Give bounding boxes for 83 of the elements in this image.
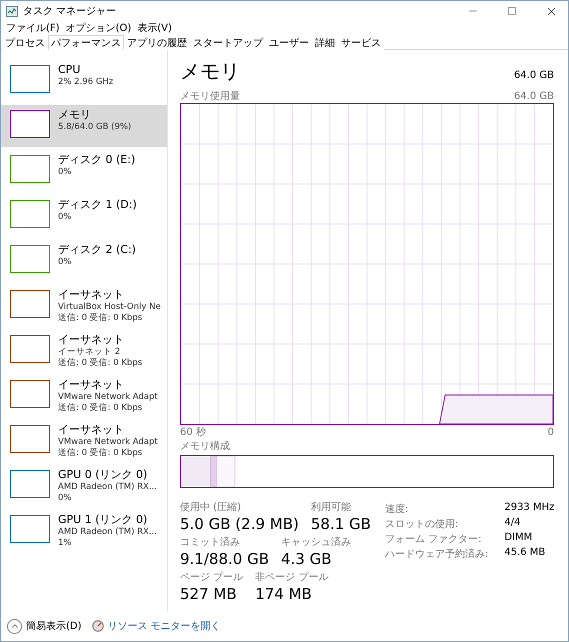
detail-value: 4/4 bbox=[504, 517, 522, 530]
panel-title: メモリ bbox=[180, 58, 240, 85]
tab[interactable]: アプリの履歴 bbox=[124, 35, 190, 50]
stat-value: 527 MB bbox=[180, 584, 238, 604]
stat-value: 58.1 GB bbox=[310, 514, 371, 534]
stat-label: 非ページ プール bbox=[255, 572, 328, 584]
sidebar-item-title: イーサネット bbox=[58, 333, 125, 347]
graph-max-label: 64.0 GB bbox=[514, 91, 554, 103]
detail-value: 2933 MHz bbox=[504, 502, 554, 515]
sidebar-item-detail: 0% bbox=[58, 212, 72, 223]
sidebar-item-detail: 送信: 0 受信: 0 Kbps bbox=[58, 358, 142, 369]
sidebar-item-detail: 1% bbox=[58, 538, 72, 549]
app-icon bbox=[6, 6, 18, 16]
tab[interactable]: パフォーマンス bbox=[48, 35, 124, 50]
graph-label: メモリ使用量 bbox=[180, 91, 240, 103]
sidebar-item-detail: 0% bbox=[58, 167, 72, 178]
tab[interactable]: サービス bbox=[338, 35, 384, 50]
tab[interactable]: ユーザー bbox=[266, 35, 312, 50]
sidebar-item-title: イーサネット bbox=[58, 378, 125, 392]
sidebar-item-title: イーサネット bbox=[58, 288, 125, 302]
sidebar-item-detail: VMware Network Adapt bbox=[58, 392, 158, 402]
chevron-up-icon bbox=[7, 618, 22, 634]
stat-label: コミット済み bbox=[180, 537, 241, 549]
sidebar-item[interactable]: イーサネット VMware Network Adapt 送信: 0 受信: 0 Kbps bbox=[1, 420, 167, 462]
gauge-icon bbox=[92, 620, 104, 632]
sidebar-item[interactable]: メモリ 5.8/64.0 GB (9%) bbox=[1, 105, 167, 147]
sidebar-item-detail: 送信: 0 受信: 0 Kbps bbox=[58, 403, 144, 414]
sidebar-item-detail: 2% 2.96 GHz bbox=[58, 77, 114, 88]
sidebar-item-detail: VirtualBox Host-Only Ne bbox=[58, 302, 161, 312]
detail-label: ハードウェア予約済み: bbox=[384, 548, 488, 561]
sidebar-item[interactable]: ディスク 1 (D:) 0% bbox=[1, 195, 167, 237]
resource-monitor-link[interactable]: リソース モニターを開く bbox=[108, 619, 221, 633]
window-title: タスク マネージャー bbox=[23, 5, 118, 18]
sidebar-item[interactable]: ディスク 2 (C:) 0% bbox=[1, 240, 167, 282]
sidebar-item[interactable]: イーサネット VMware Network Adapt 送信: 0 受信: 0 Kbps bbox=[1, 375, 167, 417]
stat-value: 4.3 GB bbox=[281, 549, 333, 569]
stat-label: 使用中 (圧縮) bbox=[180, 502, 242, 514]
sidebar-item[interactable]: ディスク 0 (E:) 0% bbox=[1, 150, 167, 192]
tab[interactable]: プロセス bbox=[2, 35, 48, 50]
menu-item[interactable]: オプション(O) bbox=[62, 21, 134, 35]
menu-item[interactable]: 表示(V) bbox=[134, 21, 175, 35]
fewer-details-button[interactable]: 簡易表示(D) bbox=[7, 618, 82, 634]
sidebar-item-detail: イーサネット 2 bbox=[58, 347, 122, 358]
stat-label: キャッシュ済み bbox=[281, 537, 351, 549]
stat-value: 5.0 GB (2.9 MB) bbox=[180, 514, 299, 534]
composition-label: メモリ構成 bbox=[180, 441, 230, 453]
tab[interactable]: 詳細 bbox=[312, 35, 338, 50]
time-end-label: 0 bbox=[548, 427, 554, 439]
sidebar-item-detail: 送信: 0 受信: 0 Kbps bbox=[58, 448, 144, 459]
sidebar-item-detail: VMware Network Adapt bbox=[58, 437, 158, 448]
detail-label: スロットの使用: bbox=[384, 518, 460, 531]
detail-value: 45.6 MB bbox=[504, 547, 546, 560]
sidebar-item-title: ディスク 2 (C:) bbox=[58, 243, 136, 257]
sidebar-item-detail: 0% bbox=[58, 257, 72, 268]
tab[interactable]: スタートアップ bbox=[190, 35, 266, 50]
menu-item[interactable]: ファイル(F) bbox=[3, 21, 63, 35]
stat-label: ページ プール bbox=[180, 572, 244, 584]
stat-label: 利用可能 bbox=[310, 502, 352, 514]
sidebar-item-detail: AMD Radeon (TM) RX... bbox=[58, 527, 157, 538]
detail-label: フォーム ファクター: bbox=[384, 533, 483, 546]
sidebar-item-title: GPU 1 (リンク 0) bbox=[58, 513, 148, 527]
detail-value: DIMM bbox=[504, 532, 534, 545]
sidebar-item-title: メモリ bbox=[58, 108, 92, 122]
sidebar-item-detail: 5.8/64.0 GB (9%) bbox=[58, 122, 132, 133]
stat-value: 174 MB bbox=[255, 584, 313, 604]
maximize-icon bbox=[507, 6, 517, 16]
stat-value: 9.1/88.0 GB bbox=[180, 549, 269, 569]
sidebar-item-title: イーサネット bbox=[58, 423, 125, 437]
sidebar-item[interactable]: GPU 1 (リンク 0) AMD Radeon (TM) RX... 1% bbox=[1, 510, 167, 552]
sidebar-item-title: GPU 0 (リンク 0) bbox=[58, 468, 148, 482]
sidebar-item-title: ディスク 0 (E:) bbox=[58, 153, 136, 167]
sidebar-item-detail: AMD Radeon (TM) RX... bbox=[58, 482, 157, 493]
sidebar-item[interactable]: イーサネット VirtualBox Host-Only Ne 送信: 0 受信: 0 Kbps bbox=[1, 285, 167, 327]
sidebar-item-title: ディスク 1 (D:) bbox=[58, 198, 137, 212]
detail-label: 速度: bbox=[384, 502, 410, 516]
sidebar-item[interactable]: GPU 0 (リンク 0) AMD Radeon (TM) RX... 0% bbox=[1, 465, 167, 507]
sidebar-item-detail: 送信: 0 受信: 0 Kbps bbox=[58, 313, 144, 324]
time-start-label: 60 秒 bbox=[180, 427, 206, 439]
sidebar-item[interactable]: イーサネット イーサネット 2 送信: 0 受信: 0 Kbps bbox=[1, 330, 167, 372]
total-memory: 64.0 GB bbox=[514, 70, 554, 81]
sidebar-item-detail: 0% bbox=[58, 493, 72, 504]
sidebar-item[interactable]: CPU 2% 2.96 GHz bbox=[1, 60, 167, 102]
sidebar-item-title: CPU bbox=[58, 63, 82, 77]
